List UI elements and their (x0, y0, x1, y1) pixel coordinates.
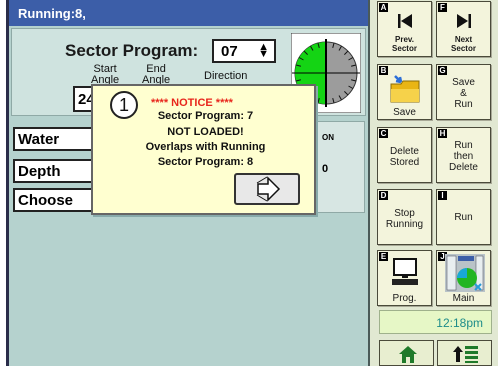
notice-line: Sector Program: 7 (157, 110, 254, 122)
softkey-panel: A Prev.Sector F NextSector B Save G Sa (370, 0, 498, 366)
clock: 12:18pm (379, 310, 492, 334)
home-button[interactable] (379, 340, 434, 366)
key-letter: C (379, 129, 388, 138)
up-arrow-list-icon (453, 346, 478, 363)
on-column-header: ON (322, 133, 334, 142)
delete-stored-button[interactable]: C Delete Stored (377, 127, 432, 183)
notice-next-button[interactable] (234, 173, 300, 205)
save-and-run-label: Save & Run (452, 77, 475, 110)
direction-label: Direction (204, 70, 248, 82)
key-letter: G (438, 66, 447, 75)
run-label: Run (454, 212, 473, 223)
save-button[interactable]: B Save (377, 64, 432, 120)
depth-button[interactable]: Depth (13, 159, 99, 183)
notice-line: Overlaps with Running (145, 141, 266, 153)
key-letter: D (379, 191, 388, 200)
end-angle-label: End Angle (142, 63, 171, 86)
main-button[interactable]: J Main (436, 250, 491, 306)
key-letter: E (379, 252, 388, 261)
notice-line: NOT LOADED! (167, 126, 244, 138)
start-angle-label: Start Angle (91, 63, 120, 86)
stop-running-button[interactable]: D Stop Running (377, 189, 432, 245)
home-icon (399, 346, 417, 363)
water-button[interactable]: Water (13, 127, 99, 151)
skip-next-icon (457, 14, 471, 28)
next-sector-button[interactable]: F Next Sector (436, 1, 491, 57)
skip-previous-icon (398, 14, 412, 28)
screen: Running:8, Sector Program: 07 ▲ ▼ Start An… (0, 0, 498, 366)
save-label: Save (393, 107, 416, 118)
main-label: Main (452, 293, 475, 304)
sector-program-label: Sector Program: (65, 41, 199, 60)
key-letter: A (379, 3, 388, 12)
folder-save-icon (390, 75, 420, 103)
main-screen-icon (445, 254, 485, 292)
computer-icon (392, 258, 418, 285)
save-and-run-button[interactable]: G Save & Run (436, 64, 491, 120)
sector-program-select[interactable]: 07 ▲ ▼ (212, 39, 276, 63)
notice-line: Sector Program: 8 (157, 156, 254, 168)
prog-button[interactable]: E Prog. (377, 250, 432, 306)
prev-sector-label: Prev. Sector (392, 35, 417, 53)
sector-program-value: 07 (221, 43, 238, 60)
up-down-arrows-icon: ▲ ▼ (258, 41, 269, 60)
arrow-right-icon (256, 176, 281, 202)
key-letter: H (438, 129, 447, 138)
key-letter: F (438, 3, 447, 12)
next-sector-label: Next Sector (451, 35, 476, 53)
run-then-delete-label: Run then Delete (449, 140, 478, 173)
run-then-delete-button[interactable]: H Run then Delete (436, 127, 491, 183)
notice-dialog: 1 **** NOTICE **** Sector Program: 7 NOT… (91, 84, 316, 215)
table-cell: 0 (322, 163, 329, 175)
prog-label: Prog. (392, 293, 417, 304)
delete-stored-label: Delete Stored (389, 146, 420, 168)
choose-button[interactable]: Choose (13, 188, 99, 212)
prev-sector-button[interactable]: A Prev. Sector (377, 1, 432, 57)
up-list-button[interactable] (437, 340, 492, 366)
status-bar: Running:8, (9, 0, 368, 26)
key-letter: I (438, 191, 447, 200)
notice-title: **** NOTICE **** (151, 97, 233, 109)
run-button[interactable]: I Run (436, 189, 491, 245)
stop-running-label: Stop Running (385, 208, 424, 230)
key-letter: B (379, 66, 388, 75)
